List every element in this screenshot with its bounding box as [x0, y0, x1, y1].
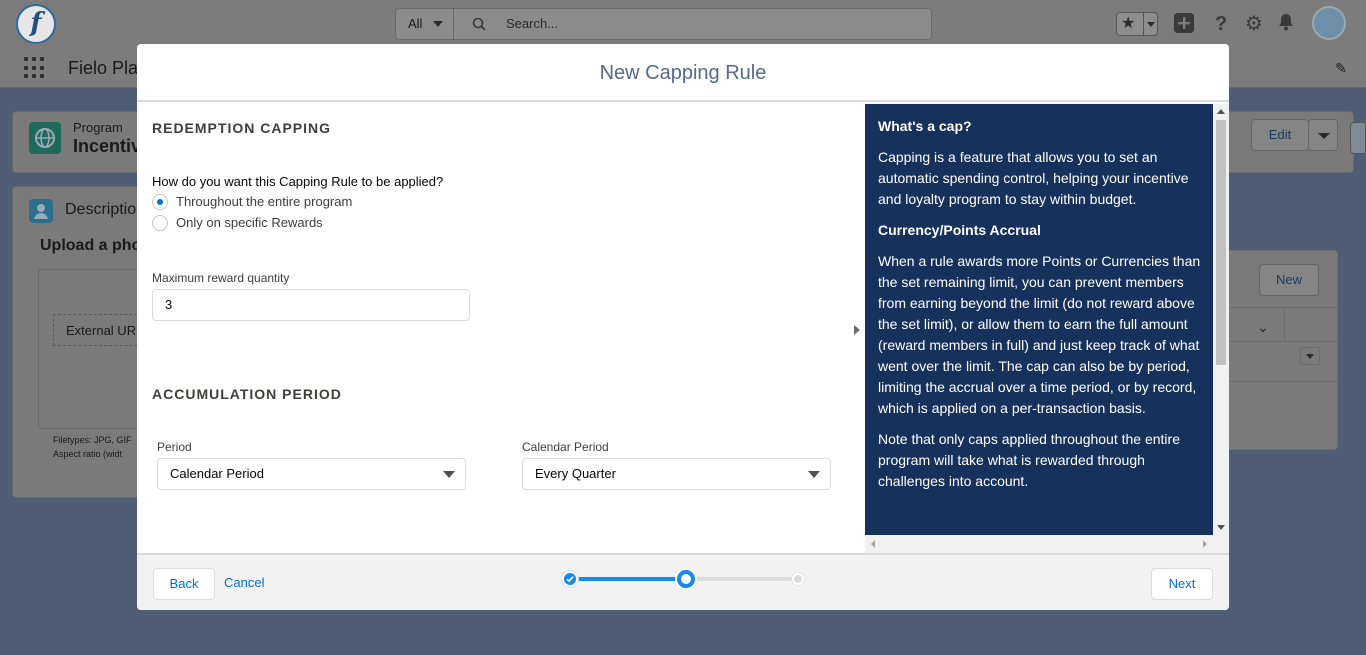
radio-label: Throughout the entire program — [176, 194, 353, 209]
aspect-ratio-note: Aspect ratio (widt — [53, 449, 123, 459]
check-icon — [566, 576, 574, 583]
record-name: Incentiv — [73, 136, 142, 156]
period-select-value: Calendar Period — [170, 466, 264, 481]
step-1-complete[interactable] — [562, 571, 578, 587]
utility-panel-tab[interactable] — [1350, 122, 1366, 154]
calendar-period-select-value: Every Quarter — [535, 466, 616, 481]
calendar-period-select[interactable]: Every Quarter — [522, 458, 831, 490]
collapse-help-panel-icon[interactable] — [854, 325, 860, 335]
user-avatar[interactable] — [1312, 6, 1346, 40]
search-scope-label: All — [408, 16, 423, 31]
accumulation-section-title: ACCUMULATION PERIOD — [152, 386, 342, 402]
help-paragraph: Note that only caps applied throughout t… — [878, 431, 1180, 489]
record-type: Program — [73, 120, 123, 135]
max-reward-quantity-label: Maximum reward quantity — [152, 271, 290, 285]
new-capping-rule-modal: New Capping Rule REDEMPTION CAPPING How … — [137, 44, 1229, 610]
chevron-down-icon — [1318, 133, 1330, 139]
capping-form: REDEMPTION CAPPING How do you want this … — [137, 104, 849, 553]
back-button[interactable]: Back — [153, 568, 215, 600]
scroll-down-icon[interactable] — [1217, 525, 1225, 530]
modal-header: New Capping Rule — [137, 44, 1229, 102]
step-3-upcoming[interactable] — [792, 573, 804, 585]
new-button[interactable]: New — [1259, 264, 1319, 296]
max-reward-quantity-input[interactable]: 3 — [152, 289, 470, 321]
search-scope-select[interactable]: All — [396, 9, 454, 39]
help-panel: What's a cap? Capping is a feature that … — [865, 104, 1213, 535]
edit-button[interactable]: Edit — [1251, 119, 1309, 151]
scroll-right-icon[interactable] — [1203, 540, 1207, 548]
scroll-left-icon[interactable] — [871, 540, 875, 548]
star-icon: ★ — [1121, 15, 1136, 32]
calendar-period-label: Calendar Period — [522, 440, 609, 454]
cancel-button[interactable]: Cancel — [224, 568, 264, 598]
help-heading-what-is-cap: What's a cap? — [878, 118, 972, 134]
file-types-note: Filetypes: JPG, GIF — [53, 435, 132, 445]
row-action-button[interactable] — [1300, 347, 1320, 365]
radio-label: Only on specific Rewards — [176, 215, 323, 230]
help-paragraph: When a rule awards more Points or Curren… — [878, 253, 1201, 416]
help-vertical-scrollbar[interactable] — [1213, 104, 1229, 535]
progress-fill — [570, 577, 685, 581]
user-icon — [29, 199, 53, 223]
scroll-up-icon[interactable] — [1217, 109, 1225, 114]
next-button[interactable]: Next — [1151, 568, 1213, 600]
radio-button[interactable] — [152, 215, 168, 231]
help-heading-accrual: Currency/Points Accrual — [878, 222, 1041, 238]
description-title: Description — [65, 201, 146, 218]
chevron-down-icon[interactable]: ⌄ — [1257, 319, 1269, 336]
upload-heading: Upload a pho — [40, 237, 142, 254]
more-actions-button[interactable] — [1308, 119, 1338, 151]
scrollbar-thumb[interactable] — [1216, 120, 1226, 365]
help-icon[interactable]: ? — [1209, 12, 1233, 36]
period-label: Period — [157, 440, 192, 454]
add-icon[interactable] — [1172, 12, 1196, 36]
chevron-down-icon — [1306, 354, 1314, 359]
apply-question-label: How do you want this Capping Rule to be … — [152, 174, 444, 189]
bell-icon[interactable] — [1274, 12, 1298, 36]
search-input[interactable]: Search... — [506, 9, 558, 39]
app-name: Fielo Pla — [68, 58, 139, 78]
redemption-section-title: REDEMPTION CAPPING — [152, 120, 332, 136]
chevron-down-icon — [433, 21, 443, 27]
app-logo: f — [16, 4, 56, 44]
step-2-current[interactable] — [677, 570, 695, 588]
favorites-button[interactable]: ★ — [1116, 12, 1158, 36]
radio-button-checked[interactable] — [152, 194, 168, 210]
help-horizontal-scrollbar[interactable] — [865, 535, 1229, 553]
chevron-down-icon — [808, 471, 820, 478]
app-launcher-icon[interactable] — [24, 57, 46, 79]
globe-icon — [29, 122, 61, 154]
modal-title: New Capping Rule — [599, 62, 767, 84]
global-search[interactable]: All Search... — [395, 8, 932, 40]
help-paragraph: Capping is a feature that allows you to … — [878, 149, 1189, 207]
gear-icon[interactable]: ⚙ — [1242, 12, 1266, 36]
search-icon — [472, 17, 486, 31]
help-content: What's a cap? Capping is a feature that … — [878, 116, 1208, 502]
chevron-down-icon — [1147, 22, 1155, 27]
period-select[interactable]: Calendar Period — [157, 458, 466, 490]
global-header: f All Search... ★ ? ⚙ — [0, 0, 1366, 48]
modal-body: REDEMPTION CAPPING How do you want this … — [137, 104, 1229, 553]
edit-nav-icon[interactable]: ✎ — [1335, 60, 1347, 77]
modal-footer: Back Cancel Next — [137, 553, 1229, 610]
chevron-down-icon — [443, 471, 455, 478]
